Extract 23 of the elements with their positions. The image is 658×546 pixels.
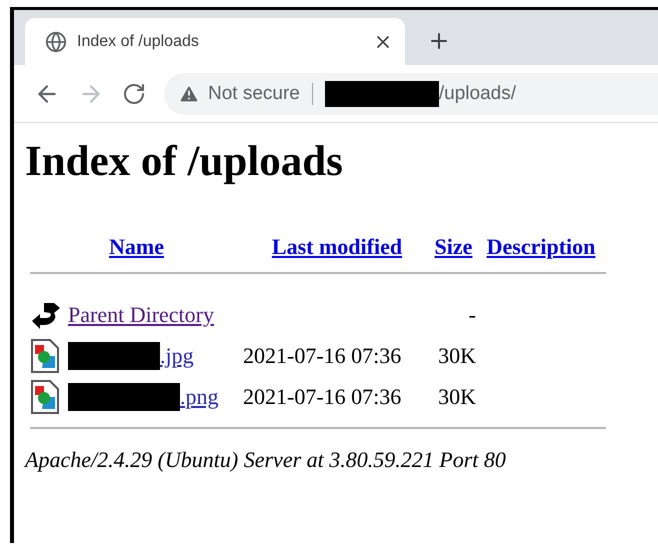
url-text: /uploads/ — [438, 82, 516, 104]
file-size: - — [468, 302, 476, 328]
page-heading: Index of /uploads — [25, 137, 344, 186]
file-size: 30K — [438, 342, 476, 368]
column-header-link[interactable]: Name — [109, 234, 164, 259]
reload-icon[interactable] — [122, 82, 146, 106]
modified-date: 2021-07-16 07:36 — [243, 342, 402, 368]
file-size: 30K — [438, 384, 476, 410]
security-label: Not secure — [208, 82, 300, 104]
file-link[interactable]: Parent Directory — [68, 302, 214, 328]
modified-date: 2021-07-16 07:36 — [243, 384, 402, 410]
browser-tab[interactable]: Index of /uploads — [25, 18, 405, 65]
column-header-link[interactable]: Last modified — [272, 234, 402, 259]
address-bar[interactable]: Not secure /uploads/ — [164, 72, 658, 114]
server-signature: Apache/2.4.29 (Ubuntu) Server at 3.80.59.221 Port 80 — [25, 447, 507, 473]
image-file-icon — [30, 338, 60, 372]
file-link[interactable]: .jpg — [160, 342, 194, 368]
column-header-link[interactable]: Description — [486, 234, 596, 259]
globe-icon — [45, 30, 67, 52]
column-header-link[interactable]: Size — [434, 234, 472, 259]
tab-title: Index of /uploads — [77, 32, 200, 50]
image-file-icon — [30, 380, 60, 414]
file-link[interactable]: .png — [180, 384, 218, 410]
